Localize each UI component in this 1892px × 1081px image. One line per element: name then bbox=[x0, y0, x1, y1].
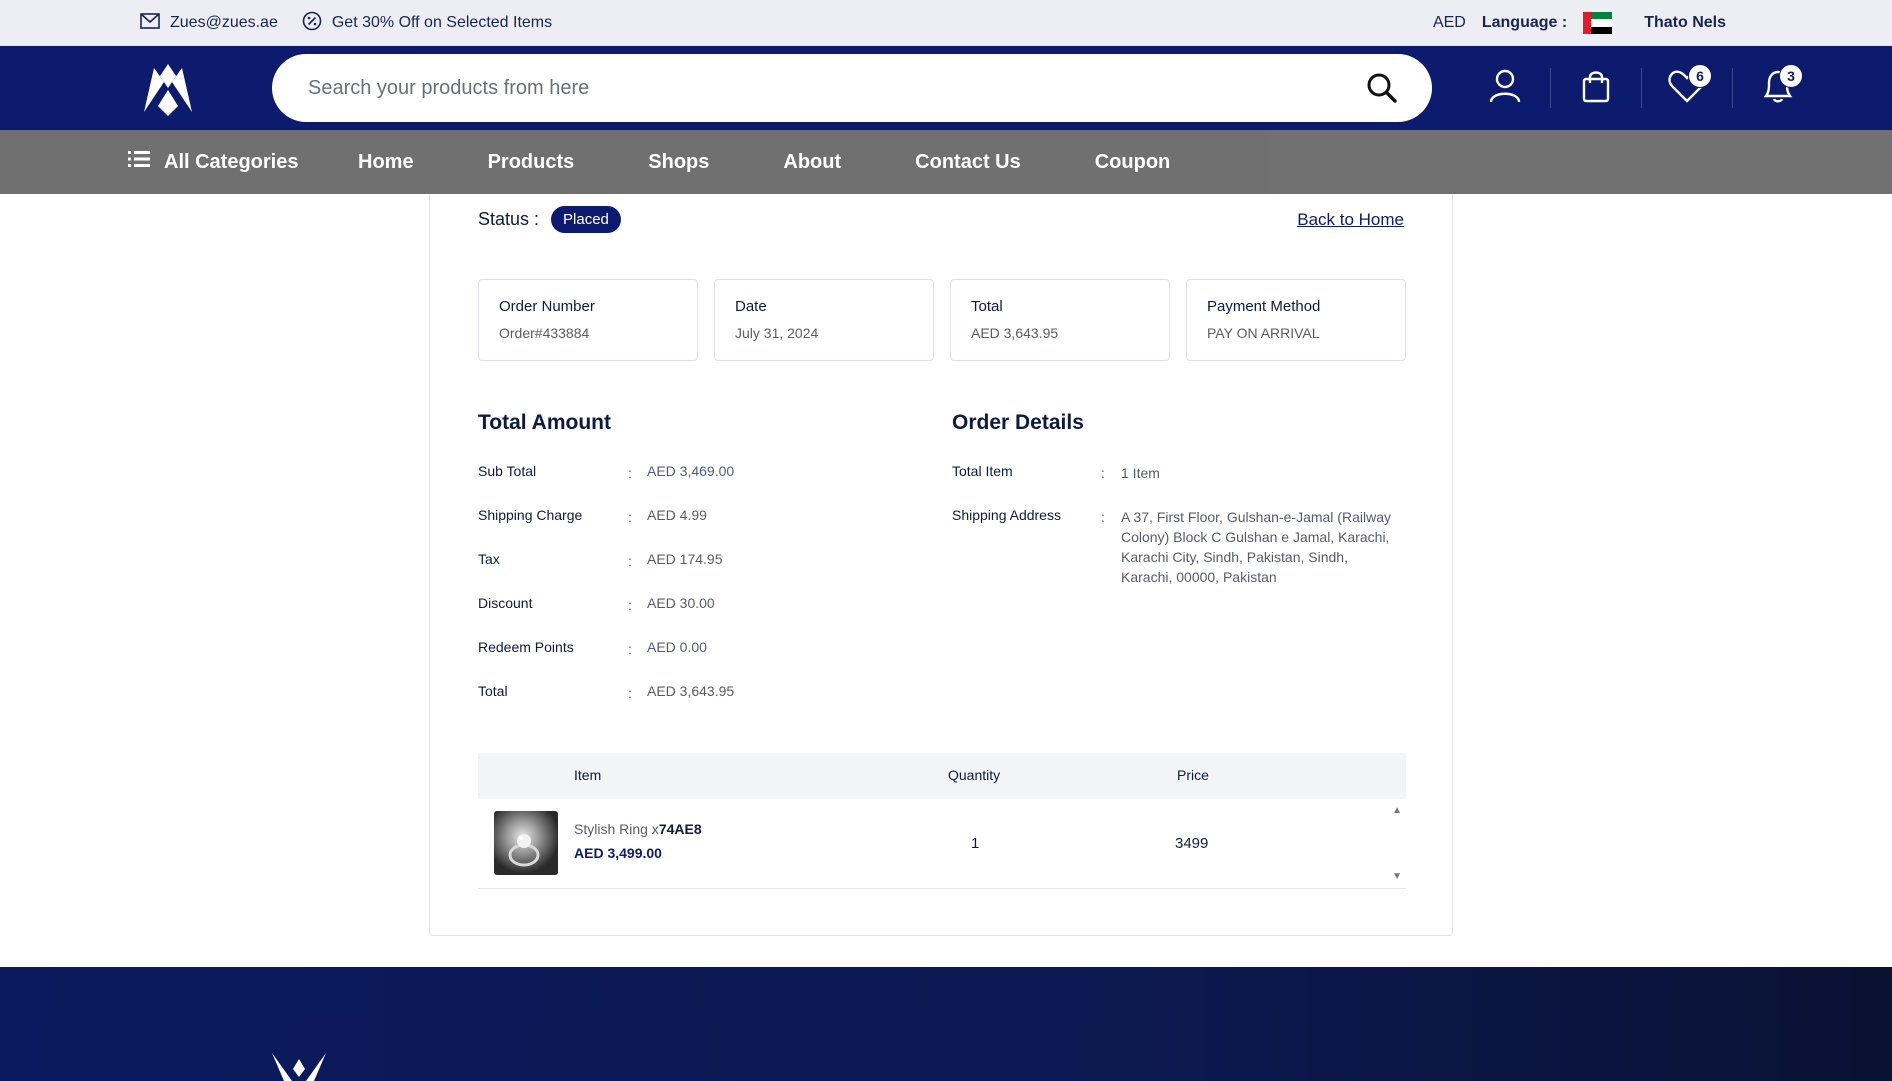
search-input[interactable] bbox=[308, 54, 1308, 122]
product-unit-price: AED 3,499.00 bbox=[574, 845, 662, 861]
user-name[interactable]: Thato Nels bbox=[1644, 14, 1726, 32]
back-to-home-link[interactable]: Back to Home bbox=[1297, 210, 1404, 230]
summary-box-date: Date July 31, 2024 bbox=[714, 279, 934, 361]
nav-link-home[interactable]: Home bbox=[358, 151, 414, 174]
brand-logo-icon[interactable] bbox=[140, 60, 196, 116]
search-icon[interactable] bbox=[1366, 72, 1398, 104]
mail-icon bbox=[140, 12, 160, 34]
summary-box-payment-method: Payment Method PAY ON ARRIVAL bbox=[1186, 279, 1406, 361]
order-items-table: Item Quantity Price Stylish Ring x74AE8 … bbox=[478, 753, 1406, 889]
column-header-price: Price bbox=[1177, 767, 1209, 783]
contact-email[interactable]: Zues@zues.ae bbox=[170, 14, 278, 32]
column-header-quantity: Quantity bbox=[948, 767, 1001, 783]
nav-link-coupon[interactable]: Coupon bbox=[1095, 151, 1171, 174]
user-icon bbox=[1489, 69, 1521, 108]
all-categories-label: All Categories bbox=[164, 150, 299, 173]
footer bbox=[0, 967, 1892, 1081]
product-name[interactable]: Stylish Ring x74AE8 bbox=[574, 821, 702, 837]
order-details-card: Status : Placed Back to Home Order Numbe… bbox=[429, 158, 1453, 936]
uae-flag-icon[interactable] bbox=[1583, 12, 1613, 34]
language-label: Language : bbox=[1481, 14, 1568, 31]
search-bar bbox=[272, 54, 1432, 122]
promo-text: Get 30% Off on Selected Items bbox=[331, 14, 553, 31]
discount-icon bbox=[302, 11, 322, 36]
order-details-title: Order Details bbox=[952, 411, 1084, 434]
cart-button[interactable] bbox=[1551, 46, 1641, 130]
top-bar: Zues@zues.ae Get 30% Off on Selected Ite… bbox=[0, 0, 1892, 46]
table-row: Stylish Ring x74AE8 AED 3,499.00 1 3499 … bbox=[478, 799, 1406, 889]
summary-box-total: Total AED 3,643.95 bbox=[950, 279, 1170, 361]
product-thumbnail[interactable] bbox=[494, 811, 558, 875]
total-amount-title: Total Amount bbox=[478, 411, 611, 434]
status-badge: Placed bbox=[551, 206, 621, 233]
account-button[interactable] bbox=[1460, 46, 1550, 130]
main-nav: All Categories Home Products Shops About… bbox=[0, 130, 1892, 194]
table-header: Item Quantity Price bbox=[478, 753, 1406, 799]
nav-link-shops[interactable]: Shops bbox=[648, 151, 709, 174]
notification-count-badge: 3 bbox=[1779, 64, 1803, 88]
all-categories-button[interactable]: All Categories bbox=[128, 130, 298, 194]
nav-link-products[interactable]: Products bbox=[488, 151, 575, 174]
summary-box-order-number: Order Number Order#433884 bbox=[478, 279, 698, 361]
wishlist-count-badge: 6 bbox=[1688, 64, 1712, 88]
product-quantity: 1 bbox=[971, 835, 980, 852]
main-header: 6 3 bbox=[0, 46, 1892, 130]
currency-selector[interactable]: AED bbox=[1433, 14, 1466, 32]
wishlist-button[interactable]: 6 bbox=[1642, 46, 1732, 130]
notifications-button[interactable]: 3 bbox=[1733, 46, 1823, 130]
scroll-down-arrow-icon[interactable]: ▼ bbox=[1392, 871, 1402, 882]
product-price: 3499 bbox=[1175, 835, 1209, 852]
scroll-up-arrow-icon[interactable]: ▲ bbox=[1392, 805, 1402, 816]
footer-logo-icon bbox=[270, 1053, 328, 1081]
status-label: Status : bbox=[478, 209, 540, 229]
list-icon bbox=[128, 150, 150, 174]
nav-link-about[interactable]: About bbox=[783, 151, 841, 174]
shopping-bag-icon bbox=[1582, 69, 1610, 108]
nav-link-contact-us[interactable]: Contact Us bbox=[915, 151, 1021, 174]
column-header-item: Item bbox=[574, 767, 602, 783]
